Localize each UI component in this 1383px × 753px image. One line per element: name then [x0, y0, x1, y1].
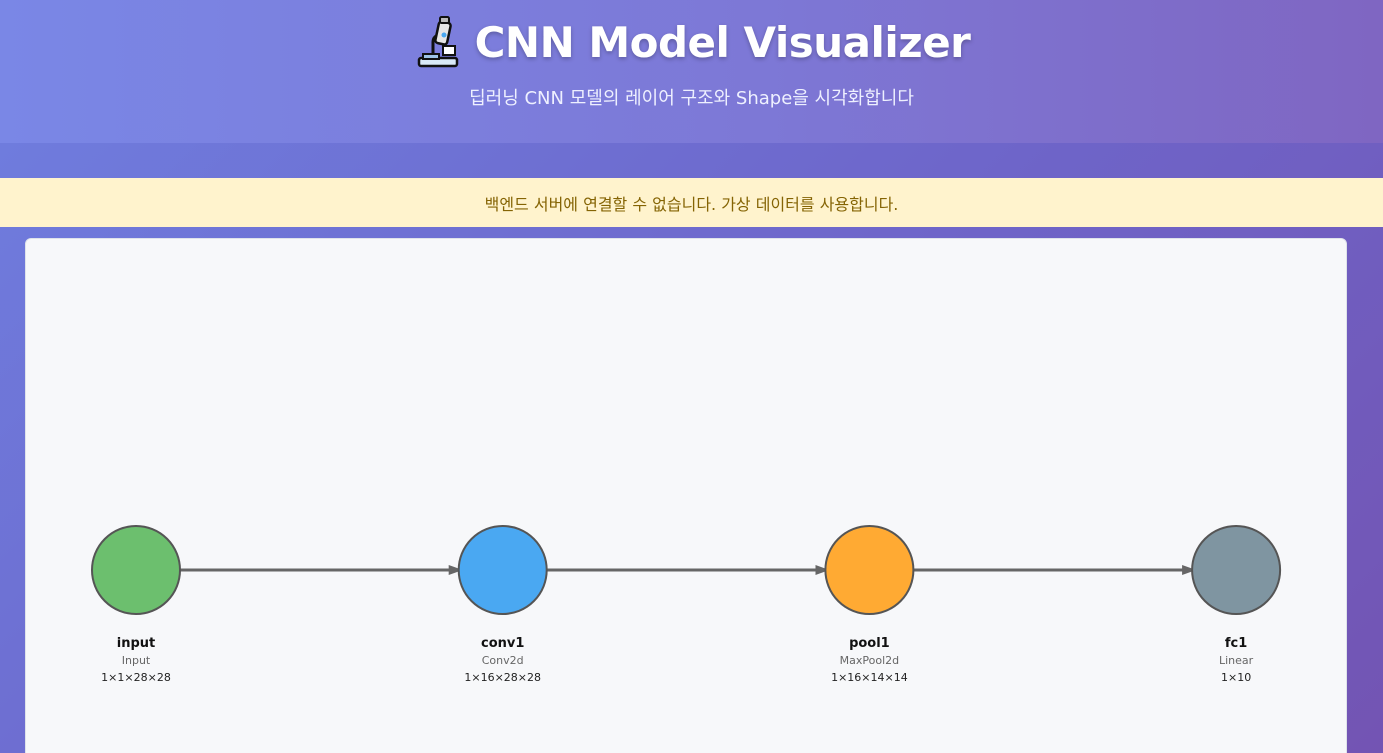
model-graph[interactable]: input Input 1×1×28×28 conv1 Conv2d 1×16×28×28…	[26, 239, 1346, 753]
node-type: Input	[122, 654, 151, 667]
node-type: Linear	[1219, 654, 1254, 667]
node-name: input	[117, 636, 156, 651]
node-shape: 1×16×28×28	[464, 671, 541, 684]
microscope-icon	[417, 16, 458, 68]
node-shape: 1×1×28×28	[101, 671, 171, 684]
app-header: CNN Model Visualizer 딥러닝 CNN 모델의 레이어 구조와…	[0, 0, 1383, 143]
node-type: Conv2d	[482, 654, 524, 667]
node-circle[interactable]	[824, 525, 915, 615]
backend-warning-banner: 백엔드 서버에 연결할 수 없습니다. 가상 데이터를 사용합니다.	[0, 178, 1383, 227]
node-type: MaxPool2d	[840, 654, 899, 667]
node-circle[interactable]	[457, 525, 548, 615]
layer-node-fc1[interactable]: fc1 Linear 1×10	[1191, 525, 1282, 684]
node-shape: 1×16×14×14	[831, 671, 908, 684]
warning-message: 백엔드 서버에 연결할 수 없습니다. 가상 데이터를 사용합니다.	[484, 194, 899, 214]
graph-panel: input Input 1×1×28×28 conv1 Conv2d 1×16×28×28…	[25, 238, 1347, 753]
page-title: CNN Model Visualizer	[474, 17, 971, 67]
page-subtitle: 딥러닝 CNN 모델의 레이어 구조와 Shape을 시각화합니다	[469, 88, 914, 109]
node-circle[interactable]	[1191, 525, 1282, 615]
node-name: pool1	[849, 636, 890, 651]
layer-node-pool1[interactable]: pool1 MaxPool2d 1×16×14×14	[824, 525, 915, 684]
title-row: CNN Model Visualizer	[0, 12, 1383, 72]
node-circle[interactable]	[91, 525, 181, 615]
layer-node-input[interactable]: input Input 1×1×28×28	[91, 525, 181, 684]
node-shape: 1×10	[1221, 671, 1251, 684]
nodes-layer: input Input 1×1×28×28 conv1 Conv2d 1×16×28×28…	[91, 525, 1282, 684]
node-name: fc1	[1225, 636, 1247, 651]
layer-node-conv1[interactable]: conv1 Conv2d 1×16×28×28	[457, 525, 548, 684]
node-name: conv1	[481, 636, 524, 651]
